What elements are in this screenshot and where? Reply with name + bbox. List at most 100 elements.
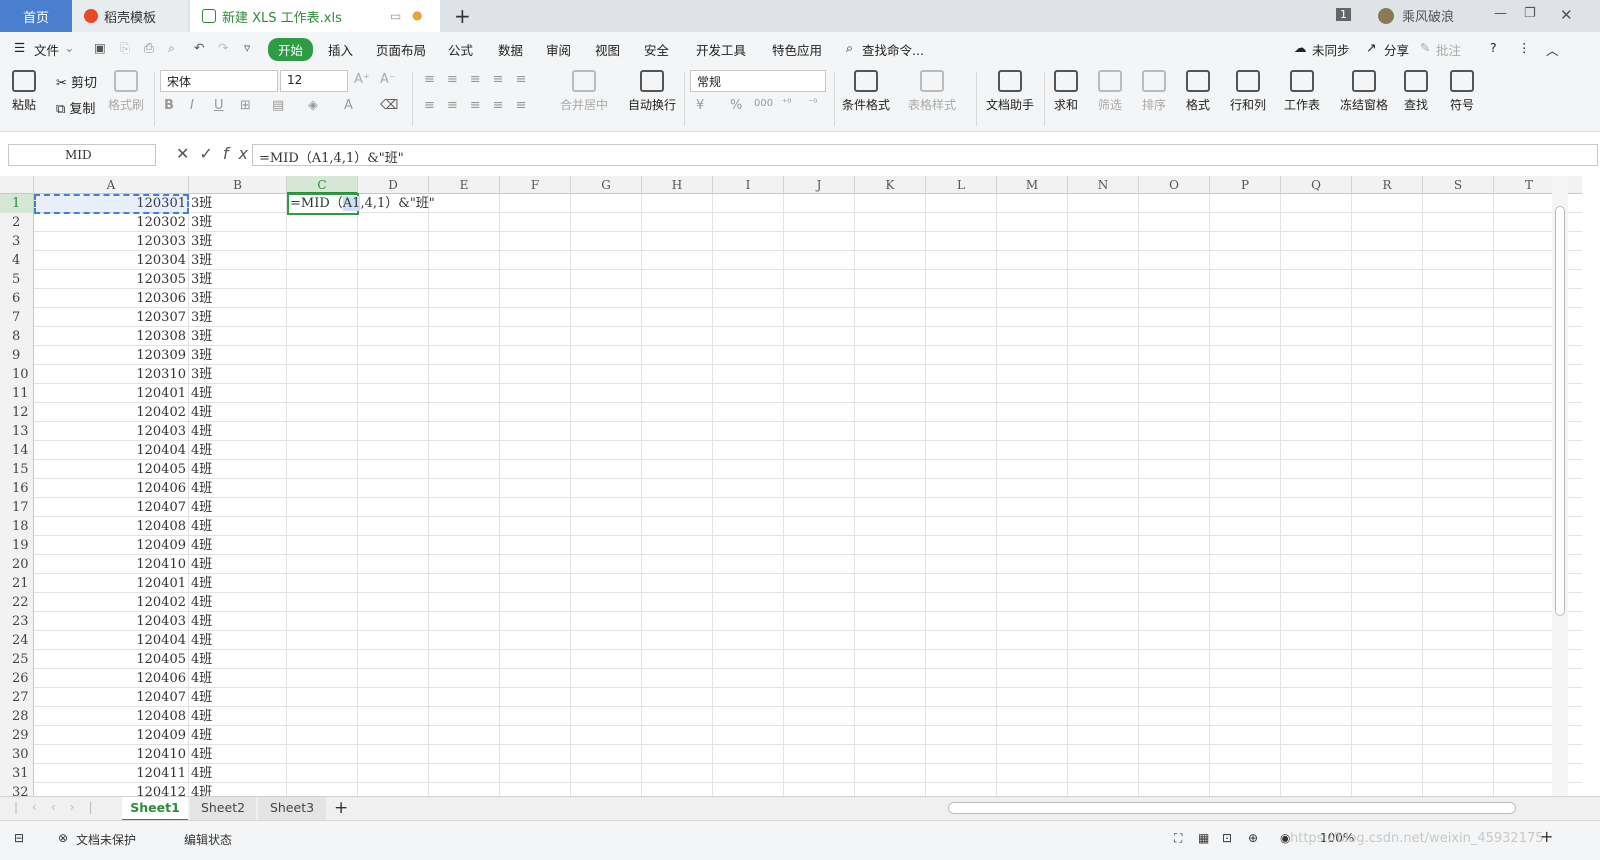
cell[interactable] — [571, 631, 642, 650]
cell[interactable] — [855, 517, 926, 536]
cell[interactable] — [1068, 726, 1139, 745]
cell[interactable] — [784, 308, 855, 327]
decrease-font-icon[interactable]: A⁻ — [380, 72, 396, 87]
cell[interactable] — [713, 213, 784, 232]
border-icon[interactable]: ⊞ — [240, 98, 251, 113]
cell[interactable] — [713, 422, 784, 441]
cell[interactable] — [642, 289, 713, 308]
cell[interactable] — [571, 517, 642, 536]
cell[interactable] — [1068, 327, 1139, 346]
cell[interactable] — [500, 289, 571, 308]
column-header[interactable]: G — [571, 176, 642, 194]
collapse-ribbon-icon[interactable]: ︿ — [1546, 40, 1559, 59]
cell-b[interactable]: 3班 — [189, 346, 287, 365]
thousands-icon[interactable]: 000 — [754, 98, 773, 109]
cell[interactable] — [997, 593, 1068, 612]
export-icon[interactable]: ⎘ — [120, 40, 130, 56]
cell[interactable] — [571, 460, 642, 479]
cell[interactable] — [1139, 536, 1210, 555]
cell[interactable] — [1281, 669, 1352, 688]
cell[interactable] — [287, 669, 358, 688]
cell[interactable] — [784, 498, 855, 517]
cell[interactable] — [571, 308, 642, 327]
cell[interactable] — [1068, 612, 1139, 631]
cell[interactable] — [429, 631, 500, 650]
number-format-select[interactable]: 常规 — [690, 70, 826, 92]
cell[interactable] — [287, 555, 358, 574]
row-header[interactable]: 16 — [0, 479, 34, 498]
page-break-icon[interactable]: ⊡ — [1222, 831, 1232, 845]
cell[interactable] — [1423, 574, 1494, 593]
cell[interactable] — [997, 669, 1068, 688]
cell[interactable] — [997, 745, 1068, 764]
paste-button[interactable]: 粘贴 — [12, 70, 36, 113]
cell-a[interactable]: 120405 — [34, 460, 189, 479]
cell[interactable] — [500, 669, 571, 688]
cell[interactable] — [287, 213, 358, 232]
cell[interactable] — [1352, 194, 1423, 213]
sheet-tab-1[interactable]: Sheet1 — [122, 797, 188, 821]
cell[interactable] — [1068, 631, 1139, 650]
macro-icon[interactable]: ⊟ — [14, 831, 24, 845]
eye-icon[interactable]: ◉ — [1280, 831, 1290, 845]
cell-a[interactable]: 120406 — [34, 479, 189, 498]
cell-b[interactable]: 3班 — [189, 365, 287, 384]
cell-b[interactable]: 4班 — [189, 688, 287, 707]
cell[interactable] — [1281, 441, 1352, 460]
cell[interactable] — [358, 251, 429, 270]
tab-home[interactable]: 首页 — [0, 0, 72, 32]
cell[interactable] — [500, 650, 571, 669]
cell-a[interactable]: 120402 — [34, 403, 189, 422]
cell[interactable] — [358, 612, 429, 631]
cell[interactable] — [926, 612, 997, 631]
cell[interactable] — [571, 327, 642, 346]
cell[interactable] — [855, 384, 926, 403]
cell[interactable] — [429, 498, 500, 517]
cell[interactable] — [287, 422, 358, 441]
cell[interactable] — [997, 612, 1068, 631]
cell[interactable] — [855, 460, 926, 479]
cell[interactable] — [358, 270, 429, 289]
cell[interactable] — [1139, 213, 1210, 232]
cell[interactable] — [1281, 346, 1352, 365]
cell[interactable] — [429, 460, 500, 479]
cell[interactable] — [429, 745, 500, 764]
row-header[interactable]: 30 — [0, 745, 34, 764]
cell[interactable] — [1210, 574, 1281, 593]
cell[interactable] — [1210, 726, 1281, 745]
cell[interactable] — [287, 232, 358, 251]
cell[interactable] — [1423, 251, 1494, 270]
cell[interactable] — [642, 384, 713, 403]
cell[interactable] — [1281, 612, 1352, 631]
cell[interactable] — [855, 327, 926, 346]
cell[interactable] — [784, 612, 855, 631]
tab-current-file[interactable]: 新建 XLS 工作表.xls ▭ ● — [190, 0, 440, 32]
row-header[interactable]: 28 — [0, 707, 34, 726]
row-header[interactable]: 3 — [0, 232, 34, 251]
cell[interactable] — [1139, 764, 1210, 783]
cell[interactable] — [1210, 384, 1281, 403]
menu-tab-layout[interactable]: 页面布局 — [376, 40, 426, 59]
cell[interactable] — [1139, 631, 1210, 650]
cell[interactable] — [855, 441, 926, 460]
column-header[interactable]: I — [713, 176, 784, 194]
cell[interactable] — [1352, 213, 1423, 232]
cell[interactable] — [784, 726, 855, 745]
cell[interactable] — [1210, 669, 1281, 688]
cell[interactable] — [1139, 517, 1210, 536]
cell[interactable] — [855, 593, 926, 612]
cell[interactable] — [1139, 688, 1210, 707]
cell[interactable] — [642, 403, 713, 422]
cell[interactable] — [1139, 194, 1210, 213]
cell[interactable] — [358, 650, 429, 669]
cell[interactable] — [1139, 308, 1210, 327]
cell[interactable] — [500, 764, 571, 783]
row-header[interactable]: 6 — [0, 289, 34, 308]
reading-view-icon[interactable]: ⊕ — [1248, 831, 1258, 845]
cell[interactable] — [1281, 574, 1352, 593]
cell[interactable] — [926, 346, 997, 365]
cell[interactable] — [1352, 593, 1423, 612]
cell[interactable] — [1281, 460, 1352, 479]
cell[interactable] — [855, 764, 926, 783]
cell[interactable] — [358, 726, 429, 745]
